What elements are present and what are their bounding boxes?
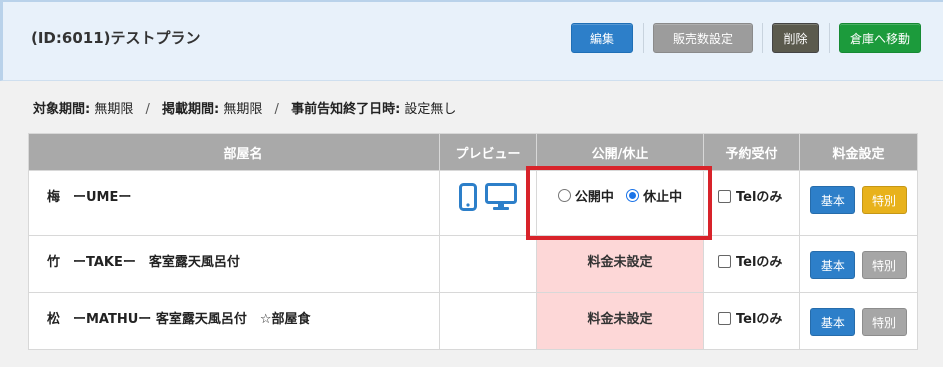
reservation-cell: Telのみ: [703, 170, 800, 236]
monitor-icon[interactable]: [485, 183, 517, 211]
fee-cell: 基本 特別: [799, 292, 918, 350]
fee-unset-status: 料金未設定: [587, 312, 653, 327]
fee-unset-status: 料金未設定: [587, 255, 653, 270]
separator: /: [145, 102, 150, 117]
publish-status-cell: 料金未設定: [536, 292, 704, 350]
special-fee-button[interactable]: 特別: [861, 186, 907, 214]
delete-button[interactable]: 削除: [772, 23, 819, 53]
tel-only-label: Telのみ: [736, 255, 783, 270]
room-name: 梅 ーUMEー: [28, 170, 440, 236]
reservation-cell: Telのみ: [703, 292, 800, 350]
sales-count-button[interactable]: 販売数設定: [653, 23, 753, 53]
smartphone-icon[interactable]: [459, 183, 477, 211]
toolbar-divider: [643, 23, 644, 53]
table-row: 松 ーMATHUー 客室露天風呂付 ☆部屋食 料金未設定 Telのみ 基本 特別: [28, 292, 918, 350]
fee-cell: 基本 特別: [799, 235, 918, 293]
tel-only-label: Telのみ: [736, 312, 783, 327]
target-period-label: 対象期間:: [33, 102, 91, 117]
tel-only-checkbox[interactable]: [718, 190, 731, 203]
special-fee-button[interactable]: 特別: [861, 308, 907, 336]
header-publish: 公開/休止: [536, 133, 704, 171]
basic-fee-button[interactable]: 基本: [810, 186, 856, 214]
notice-end-value: 設定無し: [404, 102, 457, 117]
preview-cell: [439, 235, 537, 293]
reservation-cell: Telのみ: [703, 235, 800, 293]
listing-period-value: 無期限: [223, 102, 263, 117]
basic-fee-button[interactable]: 基本: [810, 308, 856, 336]
toolbar-divider: [829, 23, 830, 53]
publish-status-cell: 料金未設定: [536, 235, 704, 293]
special-fee-button[interactable]: 特別: [861, 251, 907, 279]
room-table: 部屋名 プレビュー 公開/休止 予約受付 料金設定 梅 ーUMEー 公開中 休止…: [28, 133, 918, 350]
notice-end-label: 事前告知終了日時:: [291, 102, 401, 117]
table-row: 梅 ーUMEー 公開中 休止中 Telのみ 基本 特別: [28, 170, 918, 236]
listing-period-label: 掲載期間:: [162, 102, 220, 117]
preview-cell: [439, 292, 537, 350]
edit-button[interactable]: 編集: [571, 23, 633, 53]
tel-only-label: Telのみ: [736, 190, 783, 205]
tel-only-checkbox[interactable]: [718, 312, 731, 325]
fee-cell: 基本 特別: [799, 170, 918, 236]
basic-fee-button[interactable]: 基本: [810, 251, 856, 279]
header-fee: 料金設定: [799, 133, 918, 171]
period-info: 対象期間: 無期限 / 掲載期間: 無期限 / 事前告知終了日時: 設定無し: [33, 98, 456, 117]
target-period-value: 無期限: [94, 102, 134, 117]
tel-only-checkbox[interactable]: [718, 255, 731, 268]
highlight-annotation-box: [526, 166, 712, 240]
room-name: 松 ーMATHUー 客室露天風呂付 ☆部屋食: [28, 292, 440, 350]
plan-header: (ID:6011)テストプラン 編集 販売数設定 削除 倉庫へ移動: [0, 0, 943, 81]
room-name: 竹 ーTAKEー 客室露天風呂付: [28, 235, 440, 293]
header-reservation: 予約受付: [703, 133, 800, 171]
table-row: 竹 ーTAKEー 客室露天風呂付 料金未設定 Telのみ 基本 特別: [28, 235, 918, 293]
plan-title: (ID:6011)テストプラン: [31, 29, 201, 47]
preview-cell: [439, 170, 537, 236]
separator: /: [274, 102, 279, 117]
header-preview: プレビュー: [439, 133, 537, 171]
move-to-warehouse-button[interactable]: 倉庫へ移動: [839, 23, 921, 53]
header-room-name: 部屋名: [28, 133, 440, 171]
toolbar-divider: [762, 23, 763, 53]
